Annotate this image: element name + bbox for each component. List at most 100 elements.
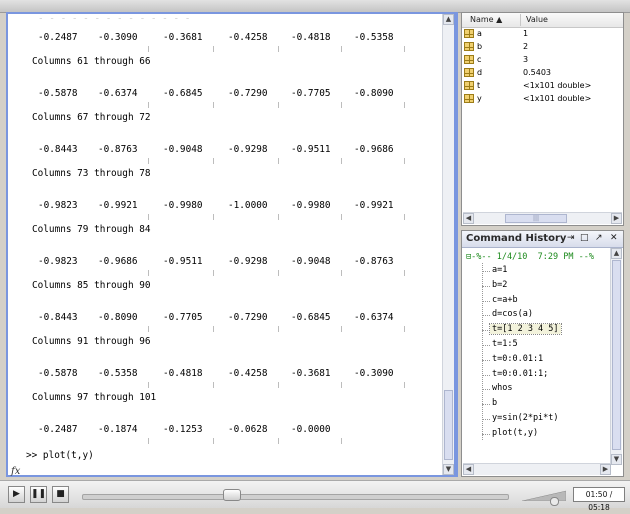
tree-branch (482, 345, 490, 346)
output-value: -0.8090 (354, 88, 394, 99)
output-value: -0.6374 (354, 312, 394, 323)
workspace-variable-row[interactable]: c3 (462, 54, 623, 67)
column-tick (341, 382, 342, 388)
column-tick (148, 46, 149, 52)
fx-icon[interactable]: fx (11, 466, 20, 477)
columns-header: Columns 73 through 78 (32, 168, 151, 179)
output-value: -0.9686 (354, 144, 394, 155)
history-session-header[interactable]: ⊟-%-- 1/4/10 7:29 PM --% (466, 252, 594, 262)
command-prompt-line[interactable]: >> plot(t,y) (26, 450, 94, 461)
output-value: -0.9048 (291, 256, 331, 267)
column-tick (148, 326, 149, 332)
column-header-name[interactable]: Name ▲ (470, 15, 502, 24)
column-divider[interactable] (520, 14, 521, 26)
scroll-right-arrow-icon[interactable]: ▶ (611, 213, 622, 224)
stop-icon[interactable]: ■ (52, 486, 69, 503)
history-command[interactable]: whos (482, 382, 610, 396)
seek-bar[interactable] (82, 494, 509, 500)
variable-icon (464, 29, 474, 38)
output-value: -0.9980 (291, 200, 331, 211)
column-header-value[interactable]: Value (526, 15, 548, 24)
column-tick (278, 46, 279, 52)
scroll-down-arrow-icon[interactable]: ▼ (443, 464, 454, 475)
scroll-up-arrow-icon[interactable]: ▲ (611, 248, 622, 259)
variable-value: <1x101 double> (523, 94, 592, 103)
seek-thumb[interactable] (223, 489, 241, 501)
pin-icon[interactable]: ↗ (595, 233, 603, 243)
scroll-left-arrow-icon[interactable]: ◀ (463, 213, 474, 224)
column-tick (213, 102, 214, 108)
scroll-thumb[interactable] (612, 260, 621, 450)
play-icon[interactable]: ▶ (8, 486, 25, 503)
column-tick (341, 158, 342, 164)
history-vertical-scrollbar[interactable]: ▲ ▼ (610, 248, 622, 465)
variable-icon (464, 94, 474, 103)
history-command-text: c=a+b (492, 294, 518, 305)
output-value: -0.5878 (38, 88, 78, 99)
scroll-left-arrow-icon[interactable]: ◀ (463, 464, 474, 475)
history-horizontal-scrollbar[interactable]: ◀ ▶ (463, 463, 611, 475)
column-tick (341, 326, 342, 332)
output-value: -0.8763 (98, 144, 138, 155)
workspace-variable-row[interactable]: t <1x101 double> (462, 80, 623, 93)
workspace-variable-row[interactable]: d 0.5403 (462, 67, 623, 80)
history-command[interactable]: t=0:0.01:1 (482, 353, 610, 367)
column-tick (278, 102, 279, 108)
history-command[interactable]: y=sin(2*pi*t) (482, 412, 610, 426)
column-tick (278, 270, 279, 276)
column-tick (148, 102, 149, 108)
workspace-horizontal-scrollbar[interactable]: ◀ ||| ▶ (463, 212, 622, 224)
output-value: -0.8443 (38, 144, 78, 155)
columns-header: Columns 85 through 90 (32, 280, 151, 291)
scroll-thumb[interactable]: ||| (505, 214, 567, 223)
output-value: -0.9823 (38, 256, 78, 267)
history-command[interactable]: c=a+b (482, 294, 610, 308)
pause-icon[interactable]: ❚❚ (30, 486, 47, 503)
maximize-icon[interactable]: □ (580, 233, 589, 243)
column-tick (148, 438, 149, 444)
history-command[interactable]: t=0:0.01:1; (482, 368, 610, 382)
close-icon[interactable]: ✕ (610, 233, 618, 243)
workspace-header: Name ▲ Value (462, 13, 623, 28)
workspace-variable-row[interactable]: y <1x101 double> (462, 93, 623, 106)
undock-icon[interactable]: ⇥ (567, 233, 575, 243)
scroll-down-arrow-icon[interactable]: ▼ (611, 454, 622, 465)
history-command[interactable]: t=[1 2 3 4 5] (482, 323, 610, 337)
scroll-right-arrow-icon[interactable]: ▶ (600, 464, 611, 475)
columns-header: Columns 97 through 101 (32, 392, 157, 403)
volume-icon[interactable] (522, 489, 566, 501)
panel-title: Command History (466, 233, 567, 244)
history-command[interactable]: d=cos(a) (482, 308, 610, 322)
column-tick (148, 158, 149, 164)
history-command[interactable]: t=1:5 (482, 338, 610, 352)
workspace-variable-row[interactable]: a1 (462, 28, 623, 41)
variable-value: 1 (523, 29, 529, 38)
column-tick (213, 158, 214, 164)
output-value: -0.9511 (291, 144, 331, 155)
history-command[interactable]: b (482, 397, 610, 411)
output-value: -0.8090 (98, 312, 138, 323)
column-tick (278, 382, 279, 388)
column-tick (213, 46, 214, 52)
history-command-text: a=1 (492, 265, 508, 275)
column-tick (278, 214, 279, 220)
output-value: -0.8763 (354, 256, 394, 267)
output-value: -0.5358 (98, 368, 138, 379)
history-command-text: y=sin(2*pi*t) (492, 413, 559, 423)
variable-name: b (477, 42, 483, 51)
history-command[interactable]: b=2 (482, 279, 610, 293)
output-value: -0.6374 (98, 88, 138, 99)
command-window-scrollbar[interactable]: ▲ ▼ (442, 14, 454, 475)
variable-value: 0.5403 (523, 68, 551, 77)
volume-slider-thumb[interactable] (550, 497, 559, 506)
command-window-pane[interactable]: - - - - - - - - - - - - - - -0.2487 -0.30… (8, 14, 454, 477)
history-command[interactable]: a=1 (482, 264, 610, 278)
history-command[interactable]: plot(t,y) (482, 427, 610, 441)
column-tick (341, 438, 342, 444)
scroll-thumb[interactable] (444, 390, 453, 460)
history-command-text: t=[1 2 3 4 5] (489, 323, 562, 336)
workspace-variable-row[interactable]: b2 (462, 41, 623, 54)
output-value: -0.2487 (38, 424, 78, 435)
scroll-up-arrow-icon[interactable]: ▲ (443, 14, 454, 25)
column-tick (404, 326, 405, 332)
